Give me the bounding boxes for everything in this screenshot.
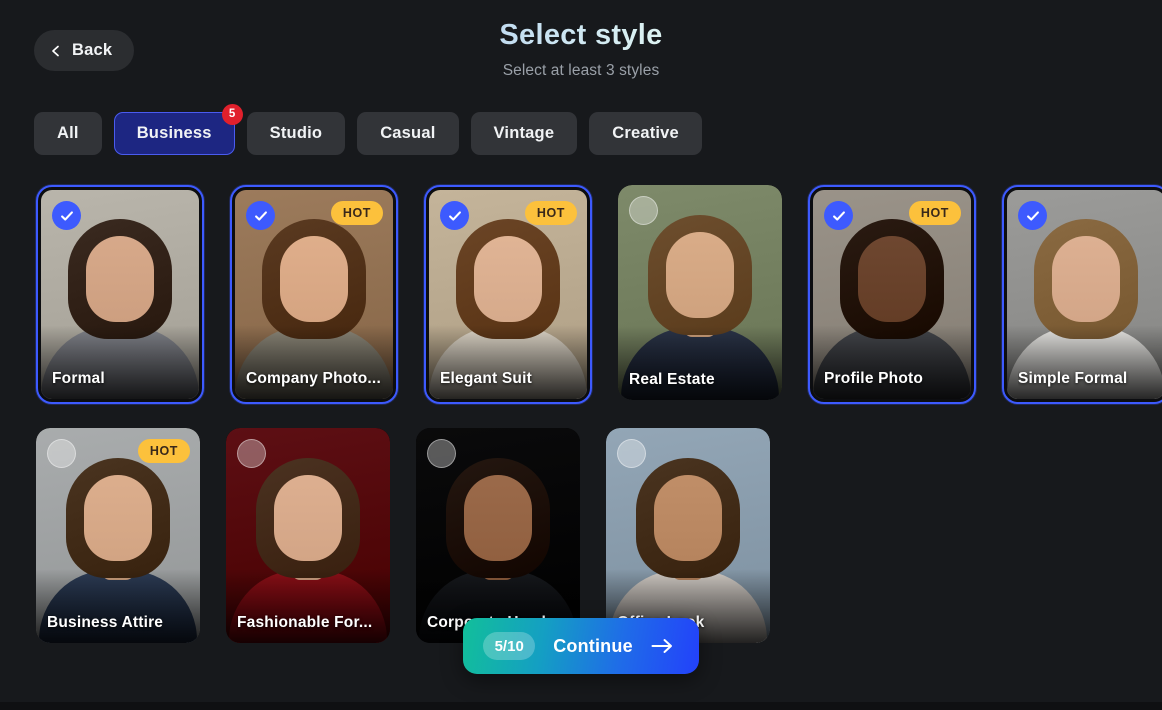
filter-pill-studio[interactable]: Studio xyxy=(246,112,346,155)
style-card-inner: Office Look xyxy=(606,428,770,643)
filter-pill-business[interactable]: Business 5 xyxy=(113,104,243,155)
filter-pill-group: All Business 5 Studio Casual Vintage Creative xyxy=(34,104,702,155)
filter-pill-all[interactable]: All xyxy=(34,112,102,155)
selection-counter-badge: 5/10 xyxy=(483,632,536,660)
style-card[interactable]: Formal xyxy=(36,185,204,404)
checkbox-empty-icon[interactable] xyxy=(237,439,266,468)
filter-pill-vintage[interactable]: Vintage xyxy=(470,112,578,155)
checkbox-empty-icon[interactable] xyxy=(617,439,646,468)
filter-pill-label: Business xyxy=(136,124,212,142)
style-card-inner: HOT Company Photo... xyxy=(235,190,393,399)
style-card-inner: Real Estate xyxy=(618,185,782,400)
arrow-right-icon xyxy=(651,638,673,654)
style-card-inner: Simple Formal xyxy=(1007,190,1162,399)
style-card-inner: Fashionable For... xyxy=(226,428,390,643)
page-subtitle: Select at least 3 styles xyxy=(502,61,660,79)
style-card-inner: HOT Elegant Suit xyxy=(429,190,587,399)
style-card[interactable]: HOT Business Attire xyxy=(36,428,200,643)
bottom-bar xyxy=(0,702,1162,710)
style-card-label: Company Photo... xyxy=(246,370,381,387)
continue-button-label: Continue xyxy=(553,636,633,656)
select-style-screen: Back Select style Select at least 3 styl… xyxy=(0,0,1162,710)
style-card-inner: HOT Profile Photo xyxy=(813,190,971,399)
style-card-label: Elegant Suit xyxy=(440,370,532,387)
filter-pill-label: Creative xyxy=(612,124,679,142)
style-card-inner: Formal xyxy=(41,190,199,399)
check-icon[interactable] xyxy=(440,201,469,230)
filter-pill-label: Casual xyxy=(380,124,436,142)
style-card-label: Simple Formal xyxy=(1018,370,1128,387)
check-icon[interactable] xyxy=(246,201,275,230)
style-card[interactable]: Simple Formal xyxy=(1002,185,1162,404)
style-card[interactable]: HOT Profile Photo xyxy=(808,185,976,404)
style-card[interactable]: HOT Company Photo... xyxy=(230,185,398,404)
style-card-label: Real Estate xyxy=(629,371,715,388)
style-card-label: Formal xyxy=(52,370,105,387)
hot-badge: HOT xyxy=(137,439,190,463)
filter-pill-label: Studio xyxy=(269,124,323,142)
checkbox-empty-icon[interactable] xyxy=(47,439,76,468)
style-card[interactable]: Corporate Headshot xyxy=(416,428,580,643)
checkbox-empty-icon[interactable] xyxy=(629,196,658,225)
filter-pill-creative[interactable]: Creative xyxy=(589,112,702,155)
style-card[interactable]: Real Estate xyxy=(618,185,782,400)
style-card[interactable]: Fashionable For... xyxy=(226,428,390,643)
hot-badge: HOT xyxy=(524,201,577,225)
page-title: Select style xyxy=(0,18,1162,53)
style-grid: Formal HOT Company Photo... HOT Elegant Suit… xyxy=(36,185,1162,643)
filter-pill-label: All xyxy=(57,124,79,142)
style-card-label: Profile Photo xyxy=(824,370,924,387)
hot-badge: HOT xyxy=(908,201,961,225)
style-card[interactable]: Office Look xyxy=(606,428,770,643)
hot-badge: HOT xyxy=(330,201,383,225)
style-card-label: Business Attire xyxy=(47,614,164,631)
filter-pill-label: Vintage xyxy=(493,124,555,142)
style-card-inner: Corporate Headshot xyxy=(416,428,580,643)
check-icon[interactable] xyxy=(1018,201,1047,230)
continue-button[interactable]: 5/10 Continue xyxy=(463,618,699,674)
checkbox-empty-icon[interactable] xyxy=(427,439,456,468)
style-card-label: Fashionable For... xyxy=(237,614,373,631)
filter-pill-casual[interactable]: Casual xyxy=(357,112,459,155)
style-card-inner: HOT Business Attire xyxy=(36,428,200,643)
check-icon[interactable] xyxy=(52,201,81,230)
header: Back Select style Select at least 3 styl… xyxy=(0,0,1162,100)
filter-pill-count-badge: 5 xyxy=(221,104,243,125)
style-card[interactable]: HOT Elegant Suit xyxy=(424,185,592,404)
title-block: Select style Select at least 3 styles xyxy=(0,18,1162,80)
check-icon[interactable] xyxy=(824,201,853,230)
